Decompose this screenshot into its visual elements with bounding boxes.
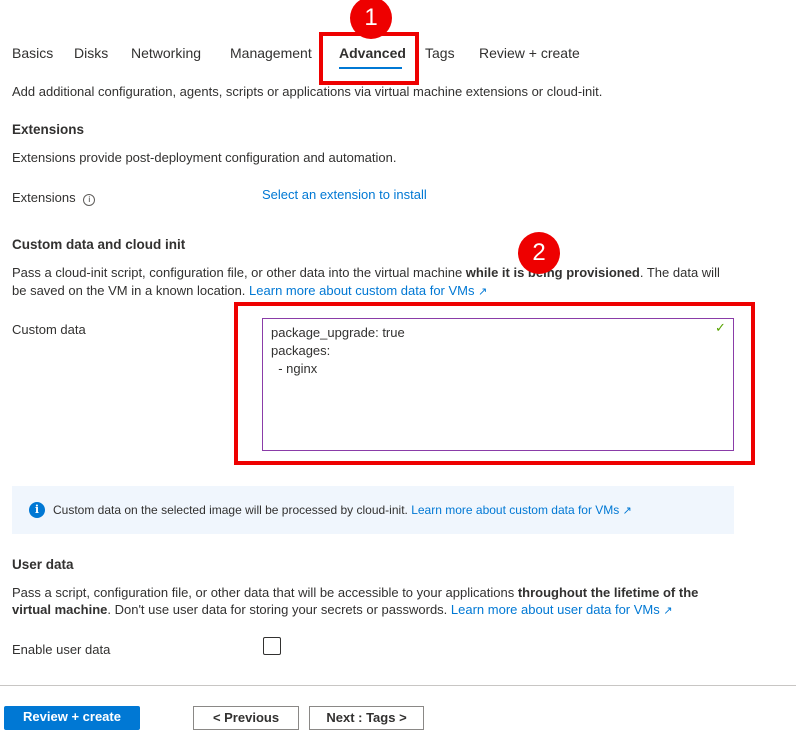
tab-review-create[interactable]: Review + create xyxy=(479,45,580,61)
info-circle-icon: i xyxy=(29,502,45,518)
tab-management[interactable]: Management xyxy=(230,45,312,61)
extensions-description: Extensions provide post-deployment confi… xyxy=(12,150,397,165)
learn-more-custom-data-link[interactable]: Learn more about custom data for VMs xyxy=(249,283,474,298)
extensions-label: Extensions i xyxy=(12,190,96,206)
review-create-button[interactable]: Review + create xyxy=(4,706,140,730)
tab-tags[interactable]: Tags xyxy=(425,45,455,61)
custom-data-heading: Custom data and cloud init xyxy=(12,237,186,252)
footer-divider xyxy=(0,685,796,686)
external-link-icon: ↗ xyxy=(663,605,673,617)
info-text: Custom data on the selected image will b… xyxy=(53,503,408,517)
enable-user-data-label: Enable user data xyxy=(12,642,111,657)
user-data-description: Pass a script, configuration file, or ot… xyxy=(12,584,732,620)
user-data-heading: User data xyxy=(12,557,74,572)
annotation-box-2 xyxy=(234,302,755,465)
info-icon[interactable]: i xyxy=(83,194,96,206)
learn-more-user-data-link[interactable]: Learn more about user data for VMs xyxy=(451,602,660,617)
tab-disks[interactable]: Disks xyxy=(74,45,108,61)
external-link-icon: ↗ xyxy=(478,286,488,298)
custom-data-label: Custom data xyxy=(12,322,86,337)
extensions-label-text: Extensions xyxy=(12,190,76,205)
custom-data-description: Pass a cloud-init script, configuration … xyxy=(12,264,732,301)
info-banner: i Custom data on the selected image will … xyxy=(12,486,734,534)
tab-networking[interactable]: Networking xyxy=(131,45,201,61)
annotation-badge-2: 2 xyxy=(518,232,560,274)
previous-button[interactable]: < Previous xyxy=(193,706,299,730)
next-tags-button[interactable]: Next : Tags > xyxy=(309,706,424,730)
info-learn-more-link[interactable]: Learn more about custom data for VMs xyxy=(411,503,619,517)
desc-text: Pass a cloud-init script, configuration … xyxy=(12,265,466,280)
select-extension-link[interactable]: Select an extension to install xyxy=(262,187,427,202)
extensions-heading: Extensions xyxy=(12,122,85,137)
enable-user-data-checkbox[interactable] xyxy=(263,637,281,655)
desc-text: . Don't use user data for storing your s… xyxy=(107,602,451,617)
desc-text: Pass a script, configuration file, or ot… xyxy=(12,585,518,600)
external-link-icon: ↗ xyxy=(622,504,632,517)
intro-text: Add additional configuration, agents, sc… xyxy=(12,84,603,99)
annotation-box-1 xyxy=(319,32,419,85)
tab-basics[interactable]: Basics xyxy=(12,45,53,61)
